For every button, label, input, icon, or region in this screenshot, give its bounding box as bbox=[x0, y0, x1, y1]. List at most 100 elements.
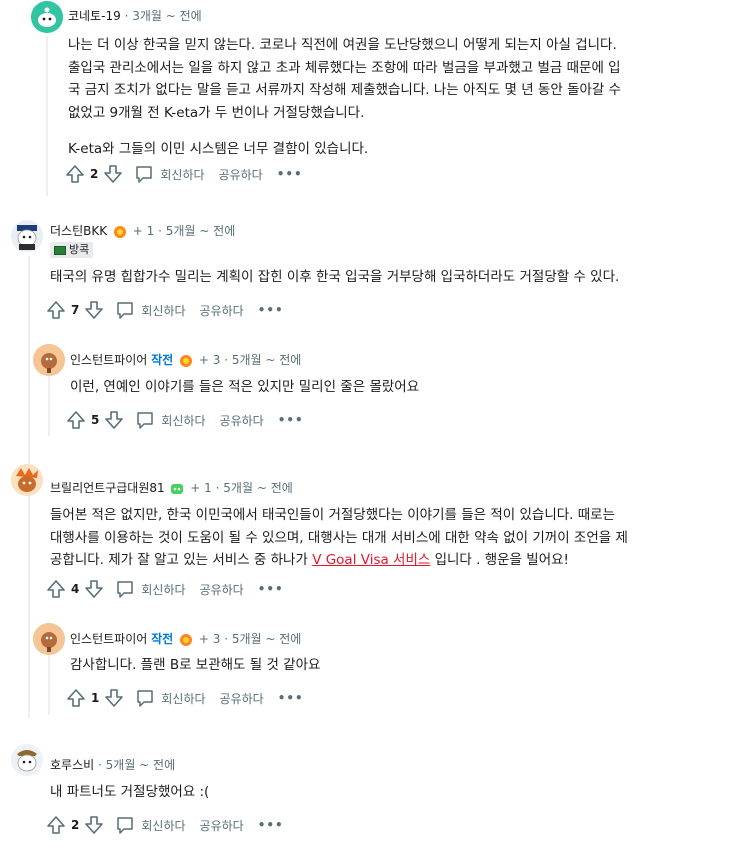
upvote-icon[interactable] bbox=[64, 163, 86, 185]
comment-icon bbox=[137, 412, 154, 429]
reply-button[interactable]: 회신하다 bbox=[115, 579, 186, 599]
more-options-button[interactable]: ••• bbox=[258, 582, 284, 596]
upvote-icon[interactable] bbox=[65, 409, 87, 431]
username[interactable]: 브릴리언트구급대원81 bbox=[50, 481, 165, 495]
share-label: 공유하다 bbox=[199, 303, 244, 318]
timestamp[interactable]: 5개월 ~ 전에 bbox=[106, 758, 175, 772]
downvote-icon[interactable] bbox=[103, 687, 125, 709]
award-count[interactable]: + 1 bbox=[133, 224, 155, 238]
avatar[interactable] bbox=[11, 744, 43, 776]
comment-actions: 7 회신하다 공유하다 ••• bbox=[45, 298, 284, 322]
upvote-icon[interactable] bbox=[45, 814, 67, 836]
reply-label: 회신하다 bbox=[141, 818, 186, 833]
separator: · bbox=[124, 9, 129, 23]
vote-count: 2 bbox=[71, 818, 80, 832]
timestamp[interactable]: 5개월 ~ 전에 bbox=[223, 481, 292, 495]
user-flair: 방콕 bbox=[50, 242, 94, 258]
upvote-icon[interactable] bbox=[65, 687, 87, 709]
username[interactable]: 인스턴트파이어 bbox=[70, 353, 147, 367]
award-icon[interactable] bbox=[170, 482, 184, 496]
upvote-icon[interactable] bbox=[45, 578, 67, 600]
reply-label: 회신하다 bbox=[161, 413, 206, 428]
comment-icon bbox=[117, 581, 134, 598]
avatar[interactable] bbox=[31, 1, 63, 33]
comment-meta: 더스틴BKK + 1 · 5개월 ~ 전에 bbox=[50, 223, 235, 239]
separator: · bbox=[158, 224, 162, 238]
timestamp[interactable]: 5개월 ~ 전에 bbox=[232, 353, 301, 367]
award-count[interactable]: + 1 bbox=[190, 481, 212, 495]
thread-line[interactable] bbox=[48, 376, 50, 436]
comment-text-line: K-eta와 그들의 이민 시스템은 너무 결함이 있습니다. bbox=[68, 141, 369, 157]
thread-line[interactable] bbox=[48, 655, 50, 715]
op-badge: 작전 bbox=[151, 353, 174, 367]
downvote-icon[interactable] bbox=[103, 409, 125, 431]
reply-button[interactable]: 회신하다 bbox=[135, 410, 206, 430]
thread-line[interactable] bbox=[28, 498, 30, 718]
comment-text-line: 태국의 유명 힙합가수 밀리는 계획이 잡힌 이후 한국 입국을 거부당해 입국… bbox=[50, 269, 620, 285]
reply-button[interactable]: 회신하다 bbox=[115, 815, 186, 835]
flair-text: 방콕 bbox=[69, 243, 90, 256]
comment-icon bbox=[117, 817, 134, 834]
comment-text-line: 들어본 적은 없지만, 한국 이민국에서 태국인들이 거절당했다는 이야기를 들… bbox=[50, 507, 616, 523]
flag-icon bbox=[54, 245, 66, 255]
share-button[interactable]: 공유하다 bbox=[200, 581, 244, 598]
more-options-button[interactable]: ••• bbox=[277, 167, 303, 181]
avatar[interactable] bbox=[11, 464, 43, 496]
reply-label: 회신하다 bbox=[160, 167, 205, 182]
separator: · bbox=[224, 353, 229, 367]
username[interactable]: 인스턴트파이어 bbox=[70, 632, 147, 646]
comment-icon bbox=[117, 302, 134, 319]
comment-text-line: 이런, 연예인 이야기를 들은 적은 있지만 밀리인 줄은 몰랐어요 bbox=[70, 379, 420, 395]
avatar[interactable] bbox=[33, 623, 65, 655]
downvote-icon[interactable] bbox=[83, 299, 105, 321]
more-options-button[interactable]: ••• bbox=[278, 691, 304, 705]
reply-button[interactable]: 회신하다 bbox=[135, 688, 206, 708]
timestamp[interactable]: 3개월 ~ 전에 bbox=[132, 9, 201, 23]
comment-text-line: 공합니다. 제가 잘 알고 있는 서비스 중 하나가 V Goal Visa 서… bbox=[50, 549, 720, 572]
share-label: 공유하다 bbox=[219, 413, 264, 428]
timestamp[interactable]: 5개월 ~ 전에 bbox=[166, 224, 235, 238]
comment-meta: 인스턴트파이어 작전 + 3 · 5개월 ~ 전에 bbox=[70, 352, 301, 368]
visa-service-link[interactable]: V Goal Visa 서비스 bbox=[312, 552, 430, 568]
avatar[interactable] bbox=[11, 220, 43, 252]
share-button[interactable]: 공유하다 bbox=[220, 412, 264, 429]
username[interactable]: 코네토-19 bbox=[68, 9, 121, 23]
upvote-icon[interactable] bbox=[45, 299, 67, 321]
share-button[interactable]: 공유하다 bbox=[220, 690, 264, 707]
share-button[interactable]: 공유하다 bbox=[200, 817, 244, 834]
downvote-icon[interactable] bbox=[102, 163, 124, 185]
reply-label: 회신하다 bbox=[141, 303, 186, 318]
share-button[interactable]: 공유하다 bbox=[219, 166, 263, 183]
more-options-button[interactable]: ••• bbox=[258, 303, 284, 317]
award-count[interactable]: + 3 bbox=[199, 632, 221, 646]
vote-count: 7 bbox=[71, 303, 80, 317]
more-options-button[interactable]: ••• bbox=[258, 818, 284, 832]
comment-body: 감사합니다. 플랜 B로 보관해도 될 것 같아요 bbox=[70, 654, 710, 677]
username[interactable]: 호루스비 bbox=[50, 758, 94, 772]
more-options-button[interactable]: ••• bbox=[278, 413, 304, 427]
comment-icon bbox=[137, 690, 154, 707]
vote-count: 5 bbox=[91, 413, 100, 427]
timestamp[interactable]: 5개월 ~ 전에 bbox=[232, 632, 301, 646]
reply-button[interactable]: 회신하다 bbox=[134, 164, 205, 184]
comment-body: 태국의 유명 힙합가수 밀리는 계획이 잡힌 이후 한국 입국을 거부당해 입국… bbox=[50, 266, 710, 289]
reply-button[interactable]: 회신하다 bbox=[115, 300, 186, 320]
award-icon[interactable] bbox=[179, 633, 193, 647]
comment-meta: 호루스비 · 5개월 ~ 전에 bbox=[50, 757, 175, 773]
award-icon[interactable] bbox=[179, 354, 193, 368]
vote-count: 1 bbox=[91, 691, 100, 705]
comment-text-line: 없었고 9개월 전 K-eta가 두 번이나 거절당했습니다. bbox=[68, 104, 365, 121]
comment-text-line: 국 금지 조치가 없다는 말을 듣고 서류까지 작성해 제출했습니다. 나는 아… bbox=[68, 82, 622, 98]
downvote-icon[interactable] bbox=[83, 814, 105, 836]
comment-text-segment: 공합니다. 제가 잘 알고 있는 서비스 중 하나가 bbox=[50, 552, 313, 568]
avatar[interactable] bbox=[33, 344, 65, 376]
share-button[interactable]: 공유하다 bbox=[200, 302, 244, 319]
username[interactable]: 더스틴BKK bbox=[50, 224, 107, 238]
thread-line[interactable] bbox=[46, 36, 48, 196]
reply-label: 회신하다 bbox=[161, 691, 206, 706]
comment-text-line: 감사합니다. 플랜 B로 보관해도 될 것 같아요 bbox=[70, 657, 321, 673]
award-count[interactable]: + 3 bbox=[199, 353, 221, 367]
comment-text-segment: 입니다 . 행운을 빌어요! bbox=[430, 552, 569, 568]
downvote-icon[interactable] bbox=[83, 578, 105, 600]
award-icon[interactable] bbox=[113, 225, 127, 239]
